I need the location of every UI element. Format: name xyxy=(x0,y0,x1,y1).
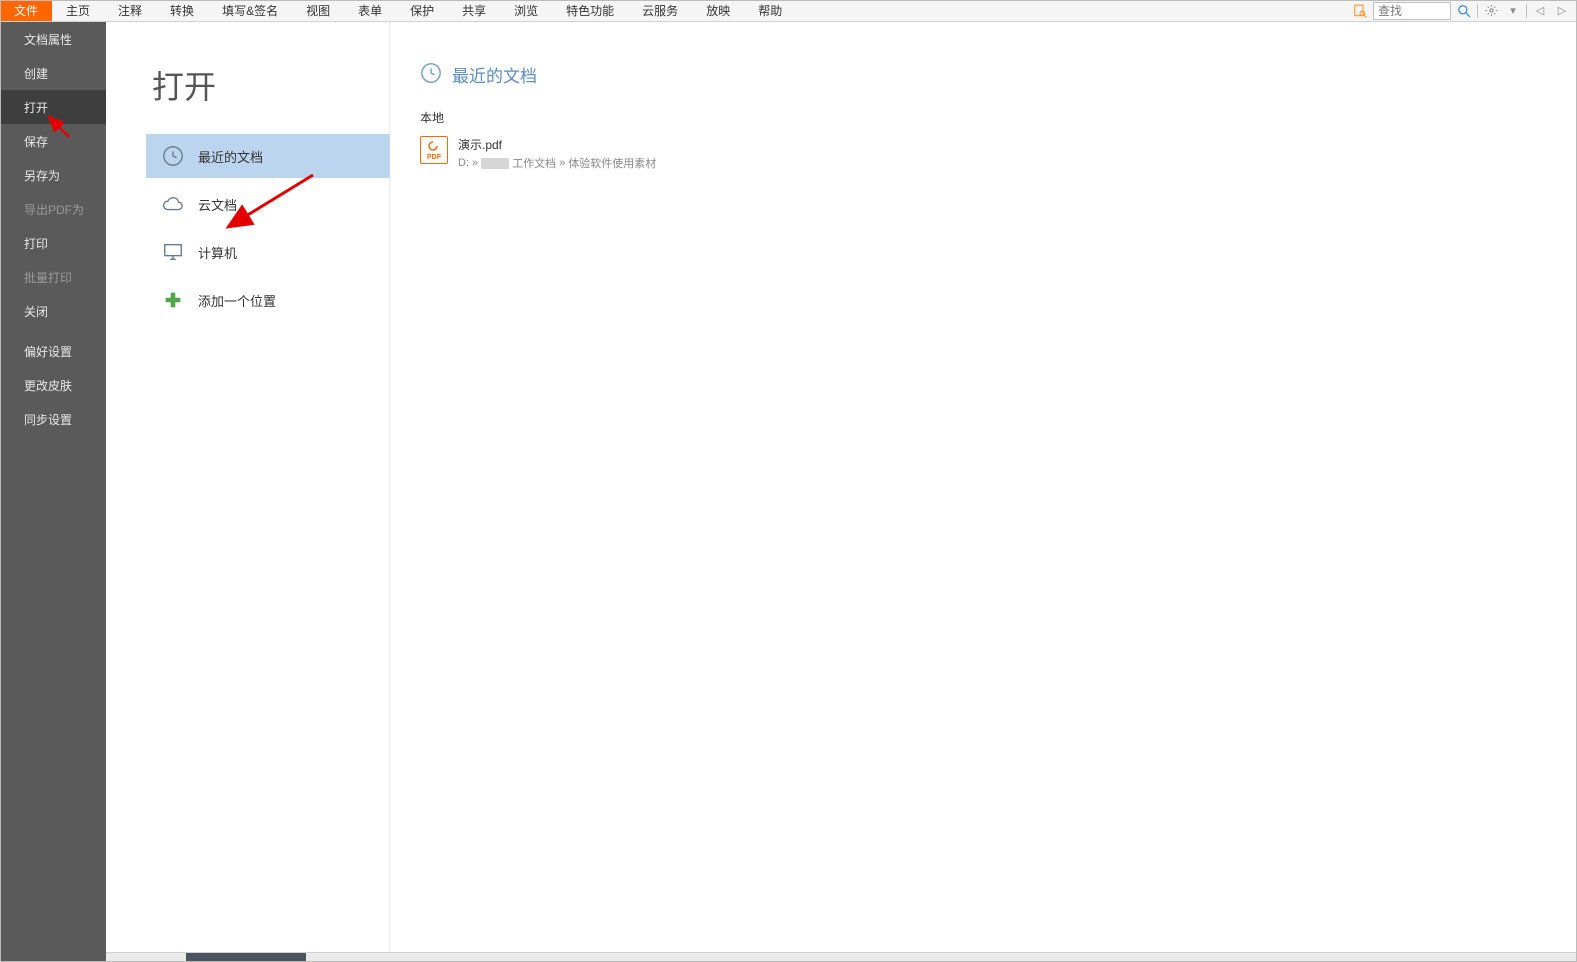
ribbon-tab-view[interactable]: 视图 xyxy=(292,0,344,21)
option-computer[interactable]: 计算机 xyxy=(146,230,390,274)
redacted-segment xyxy=(481,158,509,169)
content-panel: 最近的文档 本地 PDF 演示.pdf D: » 工作文档 » 体验软件使用素材 xyxy=(390,22,1577,962)
option-recent-docs[interactable]: 最近的文档 xyxy=(146,134,390,178)
option-add-place[interactable]: 添加一个位置 xyxy=(146,278,390,322)
chevron-down-icon[interactable]: ▾ xyxy=(1504,2,1522,20)
section-title: 最近的文档 xyxy=(452,62,537,87)
ribbon-tab-share[interactable]: 共享 xyxy=(448,0,500,21)
ribbon-tab-form[interactable]: 表单 xyxy=(344,0,396,21)
open-panel: 打开 最近的文档 云文档 计算机 添加一个位置 xyxy=(106,22,390,962)
clock-icon xyxy=(160,143,186,169)
local-group-label: 本地 xyxy=(420,109,1577,126)
plus-icon xyxy=(160,287,186,313)
ribbon-tab-fill-sign[interactable]: 填写&签名 xyxy=(208,0,292,21)
find-doc-icon[interactable] xyxy=(1351,2,1369,20)
pdf-file-icon: PDF xyxy=(420,136,448,164)
ribbon-tab-help[interactable]: 帮助 xyxy=(744,0,796,21)
panel-title: 打开 xyxy=(152,62,389,108)
recent-file-item[interactable]: PDF 演示.pdf D: » 工作文档 » 体验软件使用素材 xyxy=(420,132,1577,175)
sidebar-item-create[interactable]: 创建 xyxy=(0,56,106,90)
ribbon-tab-file[interactable]: 文件 xyxy=(0,0,52,21)
ribbon-tab-browse[interactable]: 浏览 xyxy=(500,0,552,21)
sidebar-item-properties[interactable]: 文档属性 xyxy=(0,22,106,56)
sidebar-item-save[interactable]: 保存 xyxy=(0,124,106,158)
sidebar-item-preferences[interactable]: 偏好设置 xyxy=(0,334,106,368)
sidebar-item-skin[interactable]: 更改皮肤 xyxy=(0,368,106,402)
option-label: 添加一个位置 xyxy=(198,291,276,310)
ribbon-right-controls: ▾ ◁ ▷ xyxy=(1351,0,1577,21)
sidebar-item-batch-print: 批量打印 xyxy=(0,260,106,294)
sidebar-item-close[interactable]: 关闭 xyxy=(0,294,106,328)
ribbon-tab-slideshow[interactable]: 放映 xyxy=(692,0,744,21)
sidebar-item-open[interactable]: 打开 xyxy=(0,90,106,124)
ribbon-tab-annotate[interactable]: 注释 xyxy=(104,0,156,21)
main-area: 文档属性 创建 打开 保存 另存为 导出PDF为 打印 批量打印 关闭 偏好设置… xyxy=(0,22,1577,962)
gear-icon[interactable] xyxy=(1482,2,1500,20)
ribbon-tab-cloud[interactable]: 云服务 xyxy=(628,0,692,21)
ribbon-bar: 文件 主页 注释 转换 填写&签名 视图 表单 保护 共享 浏览 特色功能 云服… xyxy=(0,0,1577,22)
cloud-icon xyxy=(160,191,186,217)
ribbon-tab-convert[interactable]: 转换 xyxy=(156,0,208,21)
nav-forward-icon[interactable]: ▷ xyxy=(1553,2,1571,20)
status-bar xyxy=(106,952,1577,962)
sidebar-item-saveas[interactable]: 另存为 xyxy=(0,158,106,192)
option-label: 计算机 xyxy=(198,243,237,262)
file-name: 演示.pdf xyxy=(458,136,656,153)
clock-icon xyxy=(420,62,442,87)
sidebar-item-export: 导出PDF为 xyxy=(0,192,106,226)
search-input[interactable] xyxy=(1373,2,1451,20)
nav-back-icon[interactable]: ◁ xyxy=(1531,2,1549,20)
separator xyxy=(1526,4,1527,18)
sidebar-item-print[interactable]: 打印 xyxy=(0,226,106,260)
computer-icon xyxy=(160,239,186,265)
ribbon-tab-home[interactable]: 主页 xyxy=(52,0,104,21)
search-icon[interactable] xyxy=(1455,2,1473,20)
sidebar-item-sync[interactable]: 同步设置 xyxy=(0,402,106,436)
file-sidebar: 文档属性 创建 打开 保存 另存为 导出PDF为 打印 批量打印 关闭 偏好设置… xyxy=(0,22,106,962)
section-header: 最近的文档 xyxy=(420,62,1577,87)
file-path: D: » 工作文档 » 体验软件使用素材 xyxy=(458,155,656,171)
option-label: 最近的文档 xyxy=(198,147,263,166)
option-label: 云文档 xyxy=(198,195,237,214)
ribbon-tab-features[interactable]: 特色功能 xyxy=(552,0,628,21)
option-cloud-docs[interactable]: 云文档 xyxy=(146,182,390,226)
separator xyxy=(1477,4,1478,18)
ribbon-tab-protect[interactable]: 保护 xyxy=(396,0,448,21)
